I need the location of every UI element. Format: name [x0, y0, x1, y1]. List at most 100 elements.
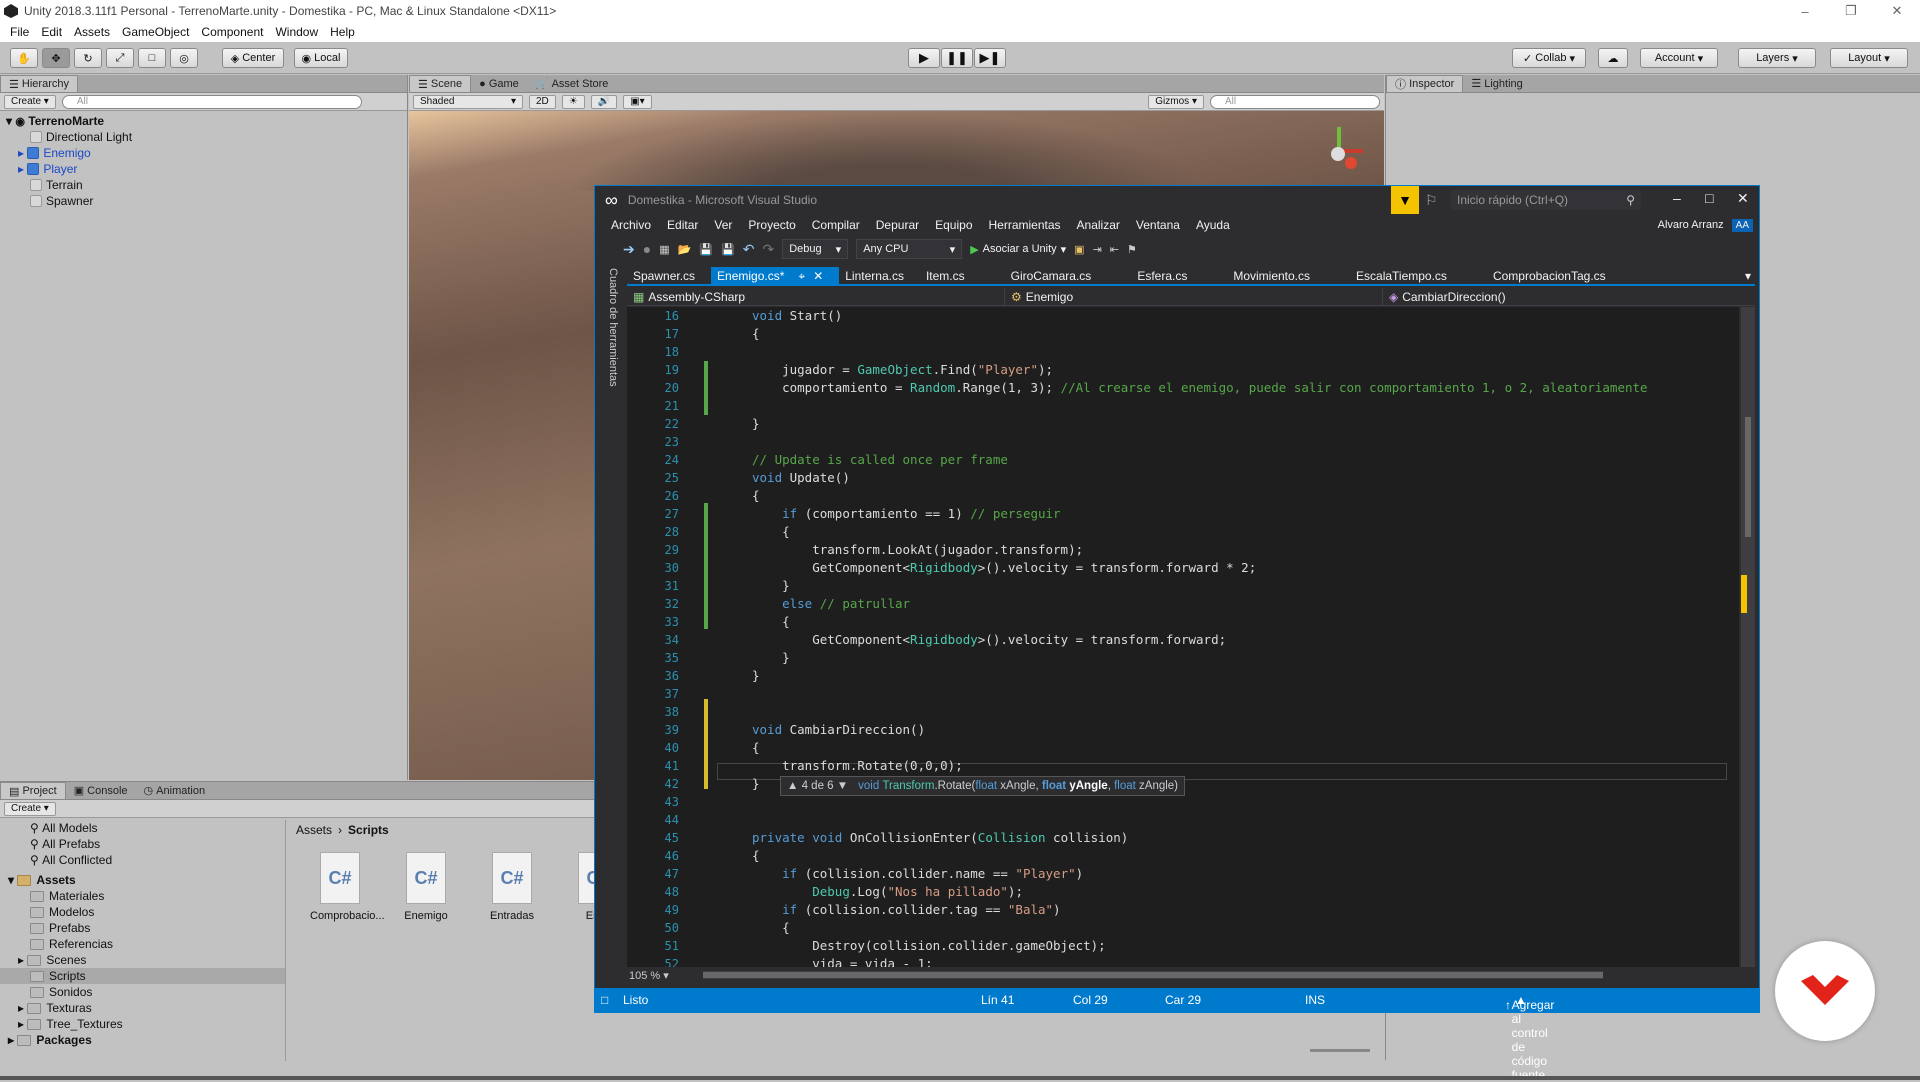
- folder-item[interactable]: Modelos: [8, 904, 285, 920]
- breadcrumb-item[interactable]: Scripts: [348, 823, 389, 837]
- folder-item[interactable]: Referencias: [8, 936, 285, 952]
- vs-menu-item[interactable]: Ventana: [1128, 218, 1188, 232]
- doc-tab[interactable]: EscalaTiempo.cs: [1350, 267, 1487, 285]
- script-asset[interactable]: C# Enemigo: [396, 852, 456, 922]
- save-all-icon[interactable]: 💾: [721, 243, 735, 256]
- folder-item[interactable]: Prefabs: [8, 920, 285, 936]
- cloud-icon[interactable]: ☁: [1598, 48, 1628, 68]
- rect-tool-icon[interactable]: □: [138, 48, 166, 68]
- scale-tool-icon[interactable]: ⤢: [106, 48, 134, 68]
- tab-lighting[interactable]: ☰ Lighting: [1463, 75, 1530, 92]
- vs-menu-item[interactable]: Ver: [706, 218, 740, 232]
- hand-tool-icon[interactable]: ✋: [10, 48, 38, 68]
- forward-icon[interactable]: ●: [643, 241, 651, 257]
- filter-icon[interactable]: ▼: [1391, 186, 1419, 214]
- tab-hierarchy[interactable]: ☰ Hierarchy: [0, 75, 78, 92]
- doc-tab[interactable]: GiroCamara.cs: [1005, 267, 1132, 285]
- doc-tab[interactable]: Spawner.cs: [627, 267, 711, 285]
- horizontal-scrollbar-thumb[interactable]: [703, 972, 1603, 978]
- platform-dropdown[interactable]: Any CPU ▾: [856, 239, 963, 259]
- open-file-icon[interactable]: 📂: [678, 243, 692, 256]
- scrollbar-thumb[interactable]: [1745, 417, 1751, 537]
- project-create-button[interactable]: Create ▾: [4, 801, 56, 816]
- back-icon[interactable]: ➔: [623, 241, 635, 258]
- hierarchy-item-prefab[interactable]: ▸ Enemigo: [6, 145, 407, 161]
- collab-button[interactable]: ✓ Collab ▾: [1512, 48, 1586, 68]
- script-asset[interactable]: C# Entradas: [482, 852, 542, 922]
- effects-toggle-icon[interactable]: ▣▾: [623, 94, 652, 109]
- menu-gameobject[interactable]: GameObject: [116, 25, 195, 39]
- hierarchy-item[interactable]: Terrain: [6, 177, 407, 193]
- vertical-scrollbar[interactable]: [1741, 307, 1755, 967]
- feedback-icon[interactable]: ⚐: [1425, 192, 1438, 209]
- menu-edit[interactable]: Edit: [35, 25, 68, 39]
- hierarchy-item[interactable]: Spawner: [6, 193, 407, 209]
- member-dropdown[interactable]: ◈ CambiarDireccion(): [1383, 288, 1755, 306]
- folder-item[interactable]: ▸ Scenes: [8, 952, 285, 968]
- vs-menu-item[interactable]: Compilar: [804, 218, 868, 232]
- close-icon[interactable]: ✕: [1737, 190, 1749, 207]
- overload-counter[interactable]: ▲ 4 de 6 ▼: [787, 780, 848, 792]
- maximize-icon[interactable]: □: [1705, 190, 1713, 206]
- vs-menu-item[interactable]: Ayuda: [1188, 218, 1238, 232]
- favorite-item[interactable]: ⚲ All Conflicted: [8, 852, 285, 868]
- doc-tab-active[interactable]: Enemigo.cs* ⌖ ✕: [711, 267, 840, 285]
- scene-root[interactable]: ▾ ◉ TerrenoMarte: [6, 113, 407, 129]
- vs-menu-item[interactable]: Analizar: [1069, 218, 1128, 232]
- packages-root[interactable]: ▸ Packages: [8, 1032, 285, 1048]
- doc-tab[interactable]: Movimiento.cs: [1227, 267, 1350, 285]
- zoom-dropdown[interactable]: 105 % ▾: [627, 969, 693, 982]
- breadcrumb-item[interactable]: Assets: [296, 823, 332, 837]
- script-asset[interactable]: C# Comprobacio...: [310, 852, 385, 922]
- transform-tool-icon[interactable]: ◎: [170, 48, 198, 68]
- menu-window[interactable]: Window: [269, 25, 324, 39]
- hierarchy-create-button[interactable]: Create ▾: [4, 94, 56, 109]
- tab-scene[interactable]: ☰ Scene: [409, 75, 472, 92]
- vs-menu-item[interactable]: Equipo: [927, 218, 980, 232]
- horizontal-scrollbar[interactable]: [703, 971, 1603, 979]
- favorite-item[interactable]: ⚲ All Models: [8, 820, 285, 836]
- doc-tab[interactable]: Linterna.cs: [839, 267, 920, 285]
- close-icon[interactable]: ✕: [1874, 0, 1920, 22]
- play-icon[interactable]: ▶: [908, 48, 940, 68]
- tab-inspector[interactable]: ⓘ Inspector: [1386, 75, 1464, 92]
- scene-search-input[interactable]: All: [1210, 94, 1380, 109]
- class-dropdown[interactable]: ⚙ Enemigo: [1005, 288, 1383, 306]
- restore-icon[interactable]: ❐: [1828, 0, 1874, 22]
- move-tool-icon[interactable]: ✥: [42, 48, 70, 68]
- vs-user-name[interactable]: Alvaro Arranz: [1650, 219, 1732, 231]
- menu-assets[interactable]: Assets: [68, 25, 116, 39]
- account-button[interactable]: Account ▾: [1640, 48, 1718, 68]
- tab-animation[interactable]: ◷ Animation: [136, 782, 214, 799]
- scene-gizmo[interactable]: [1309, 121, 1369, 181]
- pivot-center-button[interactable]: ◈ Center: [222, 48, 284, 68]
- vs-menu-item[interactable]: Editar: [659, 218, 706, 232]
- mode-2d-toggle[interactable]: 2D: [529, 94, 556, 109]
- step-icon[interactable]: ▶❚: [974, 48, 1006, 68]
- pin-icon[interactable]: ⌖: [798, 269, 805, 284]
- code-editor[interactable]: 16 void Start() 17{ 18 19 jugador = GameO…: [627, 307, 1739, 967]
- source-control-button[interactable]: ↑ Agregar al control de código fuente ▲: [1505, 993, 1554, 1082]
- favorite-item[interactable]: ⚲ All Prefabs: [8, 836, 285, 852]
- vs-menu-item[interactable]: Depurar: [868, 218, 927, 232]
- folder-item[interactable]: Materiales: [8, 888, 285, 904]
- vs-menu-item[interactable]: Archivo: [603, 218, 659, 232]
- audio-toggle-icon[interactable]: 🔊: [590, 94, 618, 109]
- browser-icon[interactable]: ▣: [1074, 243, 1084, 256]
- close-tab-icon[interactable]: ✕: [813, 269, 823, 283]
- gizmos-dropdown[interactable]: Gizmos ▾: [1148, 94, 1204, 109]
- folder-item[interactable]: ▸ Tree_Textures: [8, 1016, 285, 1032]
- zoom-slider[interactable]: [1310, 1049, 1370, 1052]
- pause-icon[interactable]: ❚❚: [941, 48, 973, 68]
- bookmark-icon[interactable]: ⚑: [1127, 243, 1137, 256]
- vs-menu-item[interactable]: Herramientas: [981, 218, 1069, 232]
- toolbox-sidebar-label[interactable]: Cuadro de herramientas: [601, 268, 619, 418]
- quick-launch-input[interactable]: Inicio rápido (Ctrl+Q) ⚲: [1451, 190, 1641, 210]
- lighting-toggle-icon[interactable]: ☀: [561, 94, 585, 109]
- doc-tab[interactable]: Esfera.cs: [1131, 267, 1227, 285]
- folder-item[interactable]: ▸ Texturas: [8, 1000, 285, 1016]
- hierarchy-search-input[interactable]: All: [61, 94, 362, 109]
- minimize-icon[interactable]: –: [1673, 190, 1681, 206]
- step-icon[interactable]: ⇥: [1093, 243, 1102, 256]
- undo-icon[interactable]: ↶: [743, 241, 755, 258]
